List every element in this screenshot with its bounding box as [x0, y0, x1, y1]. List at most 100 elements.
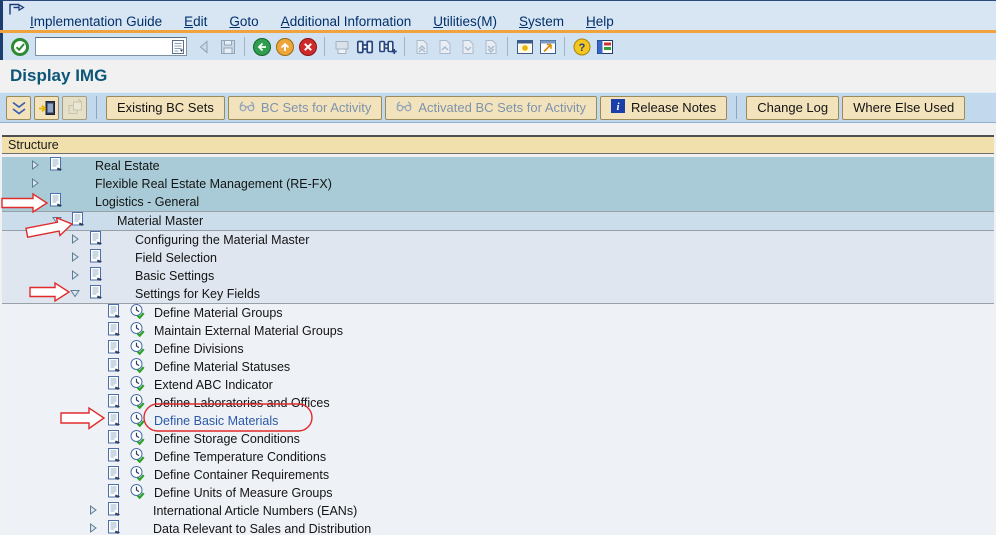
- tree-item-label[interactable]: Define Laboratories and Offices: [154, 396, 330, 410]
- img-activity-doc-icon[interactable]: [88, 284, 105, 305]
- system-window-icon[interactable]: [8, 2, 26, 21]
- tree-item-label[interactable]: Define Basic Materials: [154, 414, 278, 428]
- tree-row[interactable]: Define Laboratories and Offices: [2, 393, 994, 412]
- tree-item-label[interactable]: Define Material Statuses: [154, 360, 290, 374]
- expanded-triangle-icon[interactable]: [52, 212, 62, 230]
- new-session-icon[interactable]: [513, 35, 536, 58]
- tree-row[interactable]: Maintain External Material Groups: [2, 321, 994, 340]
- expander-slot[interactable]: [88, 502, 106, 520]
- back-icon[interactable]: [250, 35, 273, 58]
- tree-row[interactable]: Define Storage Conditions: [2, 429, 994, 448]
- help-icon[interactable]: ?: [570, 35, 593, 58]
- tree-item-label[interactable]: Define Container Requirements: [154, 468, 329, 482]
- tree-row[interactable]: International Article Numbers (EANs): [2, 501, 994, 520]
- next-page-icon[interactable]: [456, 35, 479, 58]
- tree-row[interactable]: Define Material Statuses: [2, 357, 994, 376]
- find-next-icon[interactable]: [376, 35, 399, 58]
- customize-layout-icon[interactable]: [593, 35, 616, 58]
- where-else-used-button[interactable]: Where Else Used: [842, 95, 966, 120]
- enter-icon[interactable]: [8, 35, 31, 58]
- expander-slot[interactable]: [88, 520, 106, 535]
- tree-row[interactable]: Logistics - General: [2, 192, 994, 211]
- tree-item-label[interactable]: Settings for Key Fields: [135, 287, 260, 301]
- cancel-icon[interactable]: [296, 35, 319, 58]
- expander-slot[interactable]: [70, 285, 88, 303]
- command-history-icon[interactable]: [172, 40, 184, 59]
- tree-item-label[interactable]: Define Material Groups: [154, 306, 283, 320]
- menu-edit[interactable]: Edit: [184, 14, 207, 29]
- bc-sets-for-activity-button[interactable]: BC Sets for Activity: [227, 95, 383, 120]
- collapsed-triangle-icon[interactable]: [70, 231, 80, 249]
- collapsed-triangle-icon[interactable]: [88, 520, 98, 535]
- double-chevron-down-icon[interactable]: [6, 95, 31, 120]
- tree-row[interactable]: Define Divisions: [2, 339, 994, 358]
- expander-slot[interactable]: [52, 212, 70, 230]
- expanded-triangle-icon[interactable]: [70, 285, 80, 303]
- tree-row[interactable]: Settings for Key Fields: [2, 284, 994, 305]
- collapsed-triangle-icon[interactable]: [70, 249, 80, 267]
- tree-row[interactable]: Define Basic Materials: [2, 411, 994, 430]
- execute-activity-icon[interactable]: [129, 483, 146, 504]
- tree-row[interactable]: Extend ABC Indicator: [2, 375, 994, 394]
- tree-row[interactable]: Field Selection: [2, 248, 994, 267]
- tree-item-label[interactable]: Data Relevant to Sales and Distribution: [153, 522, 371, 535]
- tree-item-label[interactable]: Extend ABC Indicator: [154, 378, 273, 392]
- tree-item-label[interactable]: Basic Settings: [135, 269, 214, 283]
- tree-row[interactable]: Define Material Groups: [2, 303, 994, 322]
- img-activity-doc-icon[interactable]: [70, 211, 87, 232]
- expander-slot[interactable]: [70, 267, 88, 285]
- tree-item-label[interactable]: Logistics - General: [95, 195, 199, 209]
- img-activity-doc-icon[interactable]: [106, 519, 123, 535]
- expander-slot[interactable]: [70, 249, 88, 267]
- tree-row[interactable]: Material Master: [2, 211, 994, 232]
- tree-row[interactable]: Flexible Real Estate Management (RE-FX): [2, 175, 994, 193]
- find-icon[interactable]: [353, 35, 376, 58]
- img-activity-doc-icon[interactable]: [48, 157, 65, 177]
- collapsed-triangle-icon[interactable]: [30, 175, 40, 193]
- create-shortcut-icon[interactable]: [536, 35, 559, 58]
- expanded-triangle-icon[interactable]: [30, 193, 40, 211]
- tree-item-label[interactable]: Define Units of Measure Groups: [154, 486, 333, 500]
- position-window-icon[interactable]: [34, 95, 59, 120]
- collapsed-triangle-icon[interactable]: [88, 502, 98, 520]
- tree-item-label[interactable]: Flexible Real Estate Management (RE-FX): [95, 177, 332, 191]
- tree-item-label[interactable]: Maintain External Material Groups: [154, 324, 343, 338]
- tree-item-label[interactable]: International Article Numbers (EANs): [153, 504, 357, 518]
- tree-row[interactable]: Basic Settings: [2, 266, 994, 285]
- previous-page-icon[interactable]: [433, 35, 456, 58]
- exit-icon[interactable]: [273, 35, 296, 58]
- collapsed-triangle-icon[interactable]: [30, 157, 40, 175]
- tree-item-label[interactable]: Define Storage Conditions: [154, 432, 300, 446]
- first-page-icon[interactable]: [410, 35, 433, 58]
- expander-slot[interactable]: [30, 175, 48, 193]
- print-icon[interactable]: [330, 35, 353, 58]
- tree-row[interactable]: Data Relevant to Sales and Distribution: [2, 519, 994, 535]
- expander-slot[interactable]: [70, 231, 88, 249]
- tree-row[interactable]: Define Units of Measure Groups: [2, 483, 994, 504]
- tree-row[interactable]: Define Temperature Conditions: [2, 447, 994, 466]
- tree-item-label[interactable]: Real Estate: [95, 159, 160, 173]
- tree-item-label[interactable]: Configuring the Material Master: [135, 233, 309, 247]
- command-input[interactable]: [35, 37, 187, 56]
- tree-item-label[interactable]: Define Divisions: [154, 342, 244, 356]
- expander-slot[interactable]: [30, 157, 48, 175]
- menu-additional-information[interactable]: Additional Information: [281, 14, 412, 29]
- release-notes-button[interactable]: i Release Notes: [600, 95, 728, 120]
- menu-goto[interactable]: Goto: [229, 14, 258, 29]
- activated-bc-sets-for-activity-button[interactable]: Activated BC Sets for Activity: [385, 95, 597, 120]
- tree-item-label[interactable]: Material Master: [117, 214, 203, 228]
- menu-help[interactable]: Help: [586, 14, 614, 29]
- tree-row[interactable]: Define Container Requirements: [2, 465, 994, 484]
- collapsed-triangle-icon[interactable]: [70, 267, 80, 285]
- menu-system[interactable]: System: [519, 14, 564, 29]
- menu-implementation-guide[interactable]: Implementation Guide: [30, 14, 162, 29]
- tree-row[interactable]: Configuring the Material Master: [2, 230, 994, 249]
- existing-bc-sets-button[interactable]: Existing BC Sets: [106, 95, 225, 120]
- tree-row[interactable]: Real Estate: [2, 157, 994, 175]
- back-small-icon[interactable]: [193, 35, 216, 58]
- save-icon[interactable]: [216, 35, 239, 58]
- change-log-button[interactable]: Change Log: [746, 95, 840, 120]
- menu-utilities[interactable]: Utilities(M): [433, 14, 497, 29]
- tree-item-label[interactable]: Field Selection: [135, 251, 217, 265]
- last-page-icon[interactable]: [479, 35, 502, 58]
